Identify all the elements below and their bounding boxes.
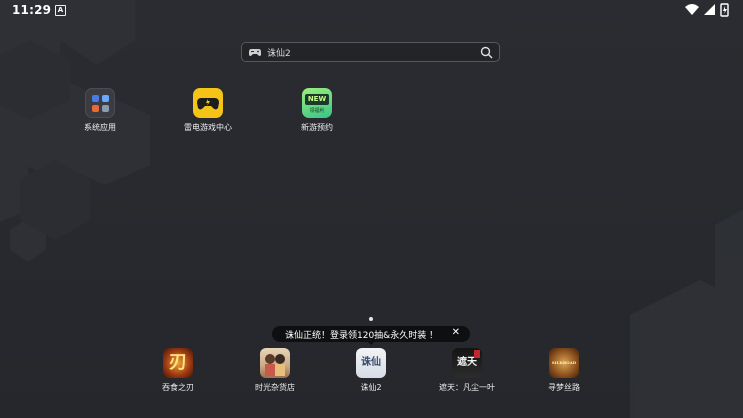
dock-app-blade[interactable]: 刃 吞食之刃 [133,348,223,393]
new-badge-icon: NEW 领福利 [302,88,332,118]
blade-game-icon: 刃 [163,348,193,378]
notification-icon: A [55,5,66,16]
silkroad-game-icon: SILKROAD [549,348,579,378]
app-label: 吞食之刃 [162,383,194,392]
gamepad-icon [249,49,261,56]
system-status-icons [685,3,729,17]
new-badge: NEW [305,94,329,105]
promo-tooltip[interactable]: 诛仙正统！登录领120抽&永久时装 ！ ✕ [272,326,470,345]
app-label: 时光杂货店 [255,383,295,392]
zhetian-game-icon: 遮天 [452,348,482,378]
dock-app-zhuxian[interactable]: 诛仙 诛仙2 [326,348,416,393]
app-new-games[interactable]: NEW 领福利 新游预约 [272,88,362,133]
shop-game-icon [260,348,290,378]
dock-app-silkroad[interactable]: SILKROAD 寻梦丝路 [519,348,609,393]
app-system-apps[interactable]: 系统应用 [55,88,145,133]
icon-glyph: 刃 [169,352,187,373]
icon-glyph: SILKROAD [551,360,577,365]
close-icon[interactable]: ✕ [452,327,460,338]
signal-icon [704,4,715,15]
app-label: 系统应用 [84,123,116,132]
tooltip-text: 诛仙正统！登录领120抽&永久时装 ！ [285,331,439,341]
app-label: 雷电游戏中心 [184,123,232,132]
dock-app-shop[interactable]: 时光杂货店 [230,348,320,393]
zhuxian-game-icon: 诛仙 [356,348,386,378]
tooltip-arrow [367,341,375,345]
page-indicator[interactable] [369,317,373,321]
app-label: 新游预约 [301,123,333,132]
app-label: 遮天：凡尘一叶 [439,383,495,392]
icon-glyph: 诛仙 [361,357,381,368]
search-bar[interactable]: 诛仙2 [241,42,500,62]
folder-icon [85,88,115,118]
app-game-center[interactable]: 雷电游戏中心 [163,88,253,133]
search-input[interactable]: 诛仙2 [267,46,291,59]
app-label: 寻梦丝路 [548,383,580,392]
gamepad-icon [193,88,223,118]
clock: 11:29 [12,3,52,17]
wifi-icon [685,4,699,15]
seal-mark [474,350,480,358]
app-label: 诛仙2 [360,383,382,392]
status-bar: 11:29 A [0,0,743,22]
new-badge-subtext: 领福利 [309,108,325,114]
dock-app-zhetian[interactable]: 遮天 遮天：凡尘一叶 [422,348,512,393]
search-icon[interactable] [480,46,493,59]
